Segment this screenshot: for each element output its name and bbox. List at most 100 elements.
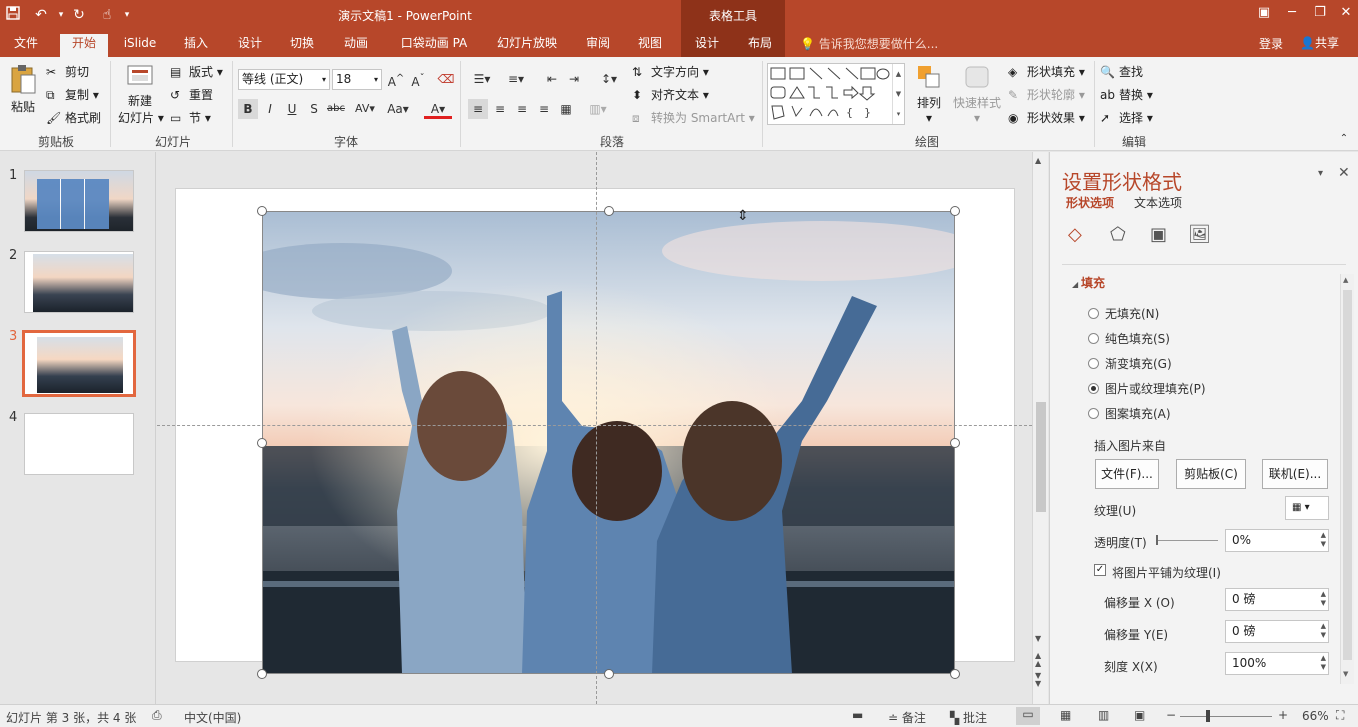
font-size-combo[interactable]: 18 ▾ [332,69,382,90]
tab-file[interactable]: 文件 [4,34,48,57]
change-case-button[interactable]: Aa▾ [384,99,412,119]
grow-font-icon[interactable]: A^ [386,69,406,89]
picture-icon[interactable]: 🖼 [1188,224,1211,245]
resize-handle[interactable] [604,669,614,679]
shadow-button[interactable]: S [304,99,324,119]
pane-options-icon[interactable]: ▾ [1318,168,1323,179]
cut-button[interactable]: ✂ 剪切 [46,63,89,81]
zoom-in-icon[interactable]: + [1278,708,1288,722]
texture-picker[interactable]: ▦ ▾ [1285,496,1329,520]
pane-scrollbar-thumb[interactable] [1343,290,1352,660]
tab-shape-options[interactable]: 形状选项 [1066,194,1114,211]
shape-outline-button[interactable]: ✎ 形状轮廓 ▾ [1008,86,1085,104]
tab-transitions[interactable]: 切换 [280,34,324,57]
radio-gradient-fill[interactable]: 渐变填充(G) [1088,355,1172,372]
tab-table-design-label[interactable]: 设计 [685,34,729,57]
resize-handle[interactable] [257,206,267,216]
fit-slide-icon[interactable]: ⛶ [1336,708,1344,723]
radio-solid-fill[interactable]: 纯色填充(S) [1088,330,1170,347]
login-link[interactable]: 登录 [1259,35,1283,52]
font-name-combo[interactable]: 等线 (正文) ▾ [238,69,330,90]
format-painter-button[interactable]: 🖌 格式刷 [46,109,101,127]
tell-me-box[interactable]: 💡 告诉我您想要做什么... [800,35,938,52]
zoom-level[interactable]: 66% [1302,709,1329,723]
restore-button[interactable]: ❐ [1306,2,1334,24]
radio-pattern-fill[interactable]: 图案填充(A) [1088,405,1171,422]
transparency-input[interactable]: 0% ▲ ▼ [1225,529,1329,552]
reset-button[interactable]: ↺ 重置 [170,86,213,104]
tab-table-layout-label[interactable]: 布局 [738,34,782,57]
align-right-icon[interactable]: ≡ [512,99,532,119]
zoom-slider-thumb[interactable] [1206,710,1210,722]
next-slide-icon[interactable]: ▼ ▼ [1035,672,1041,688]
slide-thumbnail-4[interactable] [24,413,134,475]
slide-thumbnail-1[interactable] [24,170,134,232]
ribbon-display-icon[interactable]: ▣ [1250,2,1278,24]
underline-button[interactable]: U [282,99,302,119]
tab-review[interactable]: 审阅 [574,34,622,57]
resize-handle[interactable] [950,669,960,679]
view-normal-icon[interactable]: ▬ [852,708,863,722]
slide-thumbnail-2[interactable] [24,251,134,313]
resize-handle[interactable] [257,669,267,679]
bold-button[interactable]: B [238,99,258,119]
radio-no-fill[interactable]: 无填充(N) [1088,305,1159,322]
comments-button[interactable]: ▚ 批注 [950,709,987,726]
shape-fill-button[interactable]: ◈ 形状填充 ▾ [1008,63,1085,81]
find-button[interactable]: 🔍 查找 [1100,63,1143,81]
zoom-out-icon[interactable]: − [1166,708,1176,722]
shapes-gallery[interactable]: {} ▲ ▼ ▾ [767,63,905,125]
numbering-icon[interactable]: ≡▾ [502,69,530,89]
section-button[interactable]: ▭ 节 ▾ [170,109,211,127]
resize-handle[interactable] [257,438,267,448]
distributed-icon[interactable]: ▦ [556,99,576,119]
tab-animations[interactable]: 动画 [334,34,378,57]
tab-islide[interactable]: iSlide [116,34,164,57]
slide-thumbnail-3[interactable] [22,330,136,397]
resize-handle[interactable] [950,438,960,448]
offset-x-input[interactable]: 0 磅 ▲ ▼ [1225,588,1329,611]
text-direction-button[interactable]: ⇅ 文字方向 ▾ [632,63,709,81]
increase-indent-icon[interactable]: ⇥ [564,69,584,89]
copy-button[interactable]: ⧉ 复制 ▾ [46,86,99,104]
columns-icon[interactable]: ▥▾ [588,99,608,119]
clear-formatting-icon[interactable]: ⌫ [436,69,456,89]
paste-button[interactable]: 粘贴 [6,63,40,115]
convert-smartart-button[interactable]: ⧈ 转换为 SmartArt ▾ [632,109,755,127]
effects-pentagon-icon[interactable]: ⬠ [1110,224,1126,245]
collapse-ribbon-icon[interactable]: ⌃ [1334,129,1354,149]
fill-section-header[interactable]: ◢ 填充 [1072,274,1105,291]
shape-effects-button[interactable]: ◉ 形状效果 ▾ [1008,109,1085,127]
minimize-button[interactable]: ─ [1278,2,1306,24]
select-button[interactable]: ➚ 选择 ▾ [1100,109,1153,127]
radio-picture-fill[interactable]: 图片或纹理填充(P) [1088,380,1206,397]
line-spacing-icon[interactable]: ↕▾ [596,69,622,89]
language-text[interactable]: 中文(中国) [184,709,241,726]
scroll-up-icon[interactable]: ▲ [1035,156,1041,165]
new-slide-button[interactable]: 新建 幻灯片 ▾ [118,63,164,126]
align-center-icon[interactable]: ≡ [490,99,510,119]
decrease-indent-icon[interactable]: ⇤ [542,69,562,89]
scale-x-input[interactable]: 100% ▲ ▼ [1225,652,1329,675]
fill-line-icon[interactable]: ◇ [1068,224,1082,245]
tab-home[interactable]: 开始 [60,34,108,57]
layout-button[interactable]: ▤ 版式 ▾ [170,63,223,81]
transparency-slider-thumb[interactable] [1156,535,1158,545]
transparency-slider[interactable] [1156,540,1218,541]
slide-sorter-icon[interactable]: ▦ [1060,708,1071,722]
strikethrough-button[interactable]: abc [326,99,346,119]
font-color-button[interactable]: A▾ [424,99,452,119]
prev-slide-icon[interactable]: ▲ ▲ [1035,652,1041,668]
tab-design[interactable]: 设计 [228,34,272,57]
scroll-down-icon[interactable]: ▼ [1035,634,1041,643]
arrange-button[interactable]: 排列 ▾ [912,63,946,125]
bullets-icon[interactable]: ☰▾ [468,69,496,89]
close-button[interactable]: ✕ [1332,2,1358,24]
size-properties-icon[interactable]: ▣ [1150,224,1167,245]
justify-icon[interactable]: ≡ [534,99,554,119]
vertical-scrollbar[interactable]: ▲ ▼ ▲ ▲ ▼ ▼ [1032,152,1048,704]
shrink-font-icon[interactable]: Aˇ [408,69,428,89]
reading-view-icon[interactable]: ▥ [1098,708,1109,722]
zoom-slider[interactable] [1180,716,1272,717]
offset-y-input[interactable]: 0 磅 ▲ ▼ [1225,620,1329,643]
